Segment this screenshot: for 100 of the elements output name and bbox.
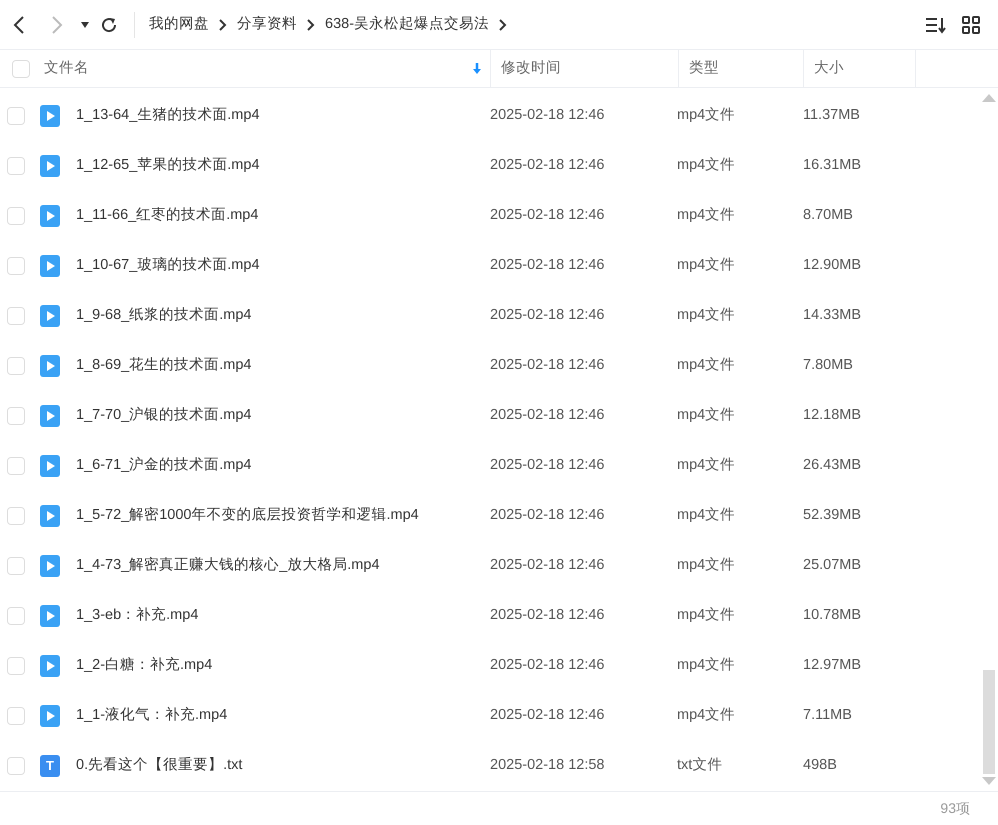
file-type: mp4文件 <box>677 607 736 624</box>
file-size: 10.78MB <box>803 607 862 624</box>
video-file-icon <box>40 305 60 327</box>
text-file-icon: T <box>40 755 60 777</box>
file-name[interactable]: 1_10-67_玻璃的技术面.mp4 <box>76 257 260 274</box>
video-file-icon <box>40 605 60 627</box>
scroll-up-icon[interactable] <box>982 94 996 102</box>
file-size: 11.37MB <box>803 107 860 124</box>
row-checkbox[interactable] <box>7 507 25 525</box>
file-type: mp4文件 <box>677 407 736 424</box>
video-file-icon <box>40 505 60 527</box>
row-checkbox[interactable] <box>7 207 25 225</box>
select-all-checkbox[interactable] <box>12 60 30 78</box>
file-name[interactable]: 1_13-64_生猪的技术面.mp4 <box>76 107 260 124</box>
row-checkbox[interactable] <box>7 457 25 475</box>
modified-time: 2025-02-18 12:46 <box>490 307 604 324</box>
video-file-icon <box>40 355 60 377</box>
file-type: mp4文件 <box>677 707 736 724</box>
modified-time: 2025-02-18 12:46 <box>490 157 604 174</box>
file-name[interactable]: 1_8-69_花生的技术面.mp4 <box>76 357 252 374</box>
file-size: 7.80MB <box>803 357 853 374</box>
row-checkbox[interactable] <box>7 757 25 775</box>
refresh-icon[interactable] <box>100 16 118 34</box>
file-type: mp4文件 <box>677 457 736 474</box>
row-checkbox[interactable] <box>7 157 25 175</box>
dropdown-icon[interactable] <box>80 20 90 28</box>
video-file-icon <box>40 455 60 477</box>
file-size: 12.97MB <box>803 657 862 674</box>
file-name[interactable]: 1_7-70_沪银的技术面.mp4 <box>76 407 252 424</box>
video-file-icon <box>40 405 60 427</box>
modified-time: 2025-02-18 12:46 <box>490 507 604 524</box>
breadcrumb-link[interactable]: 638-吴永松起爆点交易法 <box>325 14 490 36</box>
file-size: 12.90MB <box>803 257 862 274</box>
item-count: 93项 <box>940 799 970 818</box>
column-header[interactable]: 文件名 <box>44 58 89 80</box>
breadcrumb-link[interactable]: 我的网盘 <box>149 14 209 36</box>
file-type: mp4文件 <box>677 257 736 274</box>
row-checkbox[interactable] <box>7 357 25 375</box>
file-name[interactable]: 1_5-72_解密1000年不变的底层投资哲学和逻辑.mp4 <box>76 507 419 524</box>
row-checkbox[interactable] <box>7 657 25 675</box>
modified-time: 2025-02-18 12:46 <box>490 657 604 674</box>
file-name[interactable]: 1_2-白糖：补充.mp4 <box>76 657 212 674</box>
scrollbar-thumb[interactable] <box>983 670 995 774</box>
column-header[interactable]: 大小 <box>814 58 844 80</box>
file-type: mp4文件 <box>677 657 736 674</box>
video-file-icon <box>40 705 60 727</box>
row-checkbox[interactable] <box>7 307 25 325</box>
file-size: 25.07MB <box>803 557 862 574</box>
modified-time: 2025-02-18 12:46 <box>490 207 604 224</box>
breadcrumb-link[interactable]: 分享资料 <box>237 14 297 36</box>
file-name[interactable]: 1_11-66_红枣的技术面.mp4 <box>76 207 258 224</box>
file-type: mp4文件 <box>677 157 736 174</box>
scroll-down-icon[interactable] <box>982 777 996 785</box>
modified-time: 2025-02-18 12:46 <box>490 107 604 124</box>
column-header[interactable]: 类型 <box>689 58 719 80</box>
modified-time: 2025-02-18 12:46 <box>490 607 604 624</box>
file-type: mp4文件 <box>677 107 736 124</box>
file-type: mp4文件 <box>677 357 736 374</box>
row-checkbox[interactable] <box>7 107 25 125</box>
modified-time: 2025-02-18 12:46 <box>490 257 604 274</box>
row-checkbox[interactable] <box>7 607 25 625</box>
file-size: 498B <box>803 757 837 774</box>
row-checkbox[interactable] <box>7 407 25 425</box>
modified-time: 2025-02-18 12:46 <box>490 707 604 724</box>
file-name[interactable]: 1_12-65_苹果的技术面.mp4 <box>76 157 260 174</box>
file-name[interactable]: 0.先看这个【很重要】.txt <box>76 757 242 774</box>
row-checkbox[interactable] <box>7 257 25 275</box>
file-type: mp4文件 <box>677 507 736 524</box>
modified-time: 2025-02-18 12:46 <box>490 457 604 474</box>
file-size: 16.31MB <box>803 157 862 174</box>
video-file-icon <box>40 255 60 277</box>
file-size: 12.18MB <box>803 407 862 424</box>
row-checkbox[interactable] <box>7 707 25 725</box>
grid-view-icon[interactable] <box>962 16 980 34</box>
file-name[interactable]: 1_4-73_解密真正赚大钱的核心_放大格局.mp4 <box>76 557 380 574</box>
video-file-icon <box>40 655 60 677</box>
modified-time: 2025-02-18 12:46 <box>490 357 604 374</box>
file-type: mp4文件 <box>677 307 736 324</box>
chevron-icon <box>219 18 227 30</box>
video-file-icon <box>40 205 60 227</box>
sort-arrow-icon[interactable] <box>472 62 482 74</box>
sort-icon[interactable] <box>925 16 946 34</box>
file-name[interactable]: 1_6-71_沪金的技术面.mp4 <box>76 457 252 474</box>
file-type: mp4文件 <box>677 207 736 224</box>
file-type: txt文件 <box>677 757 722 774</box>
file-name[interactable]: 1_9-68_纸浆的技术面.mp4 <box>76 307 252 324</box>
chevron-icon <box>307 18 315 30</box>
modified-time: 2025-02-18 12:46 <box>490 557 604 574</box>
file-type: mp4文件 <box>677 557 736 574</box>
video-file-icon <box>40 555 60 577</box>
row-checkbox[interactable] <box>7 557 25 575</box>
file-size: 8.70MB <box>803 207 853 224</box>
file-size: 52.39MB <box>803 507 862 524</box>
modified-time: 2025-02-18 12:58 <box>490 757 604 774</box>
column-header[interactable]: 修改时间 <box>501 58 561 80</box>
file-size: 7.11MB <box>803 707 852 724</box>
file-name[interactable]: 1_1-液化气：补充.mp4 <box>76 707 228 724</box>
modified-time: 2025-02-18 12:46 <box>490 407 604 424</box>
file-name[interactable]: 1_3-eb：补充.mp4 <box>76 607 198 624</box>
video-file-icon <box>40 105 60 127</box>
